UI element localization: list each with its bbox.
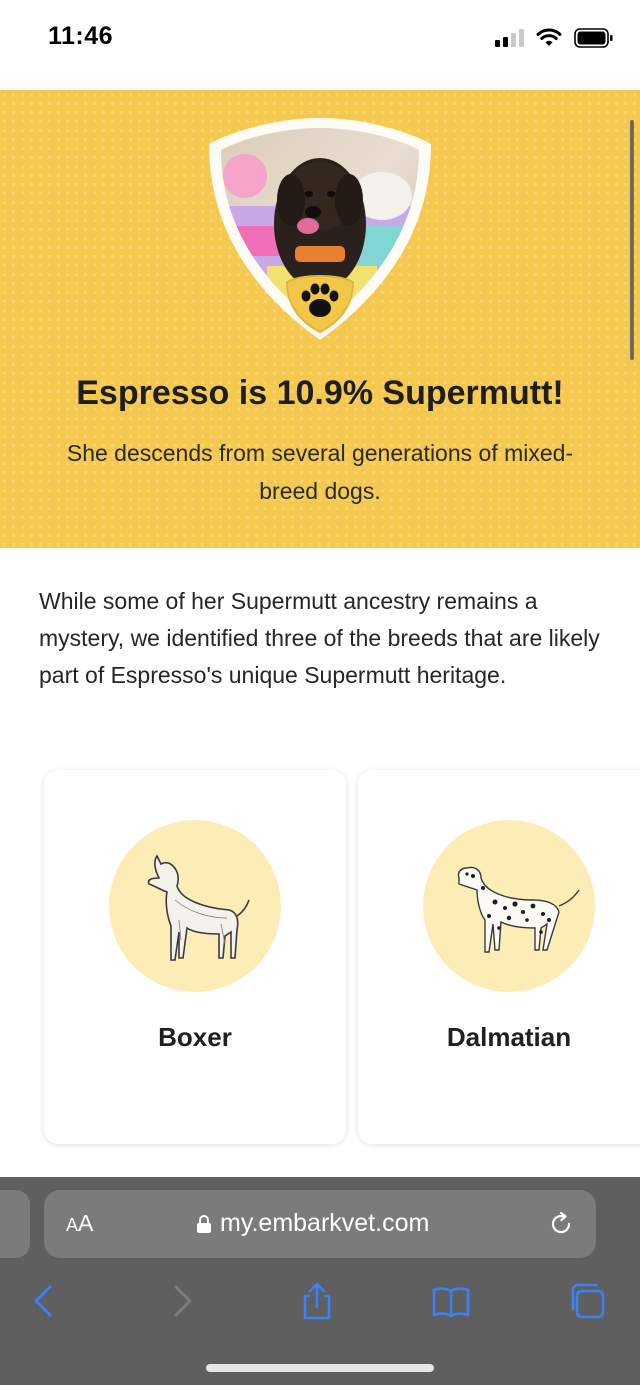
lock-icon [197, 1214, 211, 1233]
breed-image-circle [423, 820, 595, 992]
page-title: Espresso is 10.9% Supermutt! [76, 374, 564, 412]
wifi-icon [536, 28, 562, 46]
forward-chevron-icon[interactable] [162, 1281, 202, 1321]
supermutt-hero: Espresso is 10.9% Supermutt! She descend… [0, 90, 640, 548]
status-icons [495, 26, 614, 50]
reader-settings-button[interactable]: AA [66, 1210, 93, 1237]
dalmatian-illustration-icon [457, 866, 580, 953]
breed-name: Dalmatian [446, 1022, 572, 1052]
breed-name: Boxer [158, 1022, 232, 1052]
breed-card-boxer[interactable]: Boxer [44, 770, 346, 1144]
status-time: 11:46 [48, 22, 114, 50]
browser-chrome: AA my.embarkvet.com [0, 1177, 640, 1385]
dog-photo-shield-badge [209, 118, 431, 340]
intro-paragraph: While some of her Supermutt ancestry rem… [39, 588, 600, 688]
battery-icon [574, 28, 613, 48]
back-chevron-icon[interactable] [24, 1281, 64, 1321]
breed-image-circle [109, 820, 281, 992]
tabs-icon[interactable] [567, 1281, 607, 1321]
scroll-indicator[interactable] [630, 120, 634, 360]
url-display[interactable]: my.embarkvet.com [196, 1209, 429, 1238]
bookmarks-book-icon[interactable] [431, 1281, 471, 1321]
address-bar[interactable]: AA my.embarkvet.com [44, 1190, 596, 1258]
hero-subtitle: She descends from several generations of… [66, 440, 574, 504]
boxer-illustration-icon [147, 854, 250, 961]
cellular-signal-icon [495, 29, 524, 47]
url-text: my.embarkvet.com [220, 1209, 430, 1237]
previous-tab-preview[interactable] [0, 1190, 30, 1258]
status-bar: 11:46 [0, 0, 640, 76]
reload-icon[interactable] [546, 1209, 576, 1239]
home-indicator[interactable] [206, 1364, 434, 1372]
browser-toolbar [0, 1277, 640, 1327]
share-icon[interactable] [297, 1281, 337, 1321]
breed-card-dalmatian[interactable]: Dalmatian [358, 770, 640, 1144]
